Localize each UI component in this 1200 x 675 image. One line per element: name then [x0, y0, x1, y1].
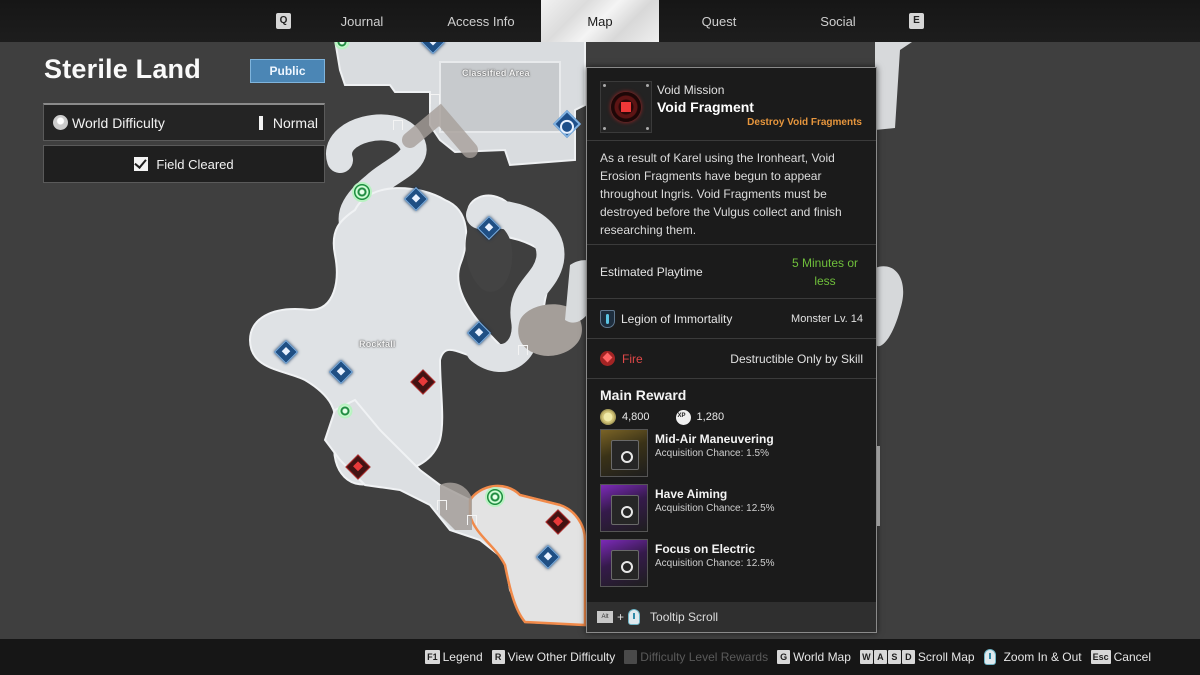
hint-zoom[interactable]: Zoom In & Out	[983, 649, 1082, 665]
research-marker[interactable]	[352, 182, 372, 202]
void-fragment-icon	[600, 81, 652, 133]
gate-icon	[393, 120, 403, 130]
alt-key: Alt	[597, 611, 613, 623]
field-cleared-row: Field Cleared	[43, 145, 325, 183]
difficulty-label: World Difficulty	[72, 114, 165, 131]
mouse-wheel-icon	[983, 649, 996, 665]
hint-view-other-difficulty[interactable]: R View Other Difficulty	[491, 650, 616, 664]
key-a: A	[873, 650, 887, 664]
tab-journal[interactable]: Journal	[303, 0, 421, 42]
key-w: W	[859, 650, 873, 664]
gate-icon	[437, 500, 447, 510]
hint-difficulty-level-rewards: Difficulty Level Rewards	[624, 650, 768, 664]
map-label-rockfall: Rockfall	[359, 339, 396, 349]
hint-world-map[interactable]: G World Map	[777, 650, 851, 664]
map-label-classified-area: Classified Area	[462, 68, 530, 78]
element-note: Destructible Only by Skill	[730, 351, 863, 366]
mission-description: As a result of Karel using the Ironheart…	[587, 141, 876, 245]
faction-shield-icon	[600, 309, 615, 328]
reward-name: Focus on Electric	[655, 542, 756, 556]
mission-tooltip: Void Mission Void Fragment Destroy Void …	[586, 67, 880, 633]
hint-label: Difficulty Level Rewards	[640, 650, 769, 664]
gate-icon	[518, 345, 528, 355]
tooltip-scroll-hint: Alt + Tooltip Scroll	[587, 602, 876, 632]
gold-coin-icon	[600, 409, 616, 425]
world-difficulty-row[interactable]: World Difficulty Normal	[43, 103, 325, 141]
key-d: D	[901, 650, 915, 664]
module-icon	[600, 429, 648, 477]
hint-legend[interactable]: F1 Legend	[425, 650, 483, 664]
hint-label: Zoom In & Out	[1003, 650, 1082, 664]
reward-item[interactable]: Focus on Electric Acquisition Chance: 12…	[587, 539, 876, 594]
module-icon	[600, 539, 648, 587]
key-disabled	[624, 650, 638, 664]
gate-icon	[430, 94, 440, 104]
tooltip-scroll-label: Tooltip Scroll	[650, 610, 719, 624]
difficulty-value: Normal	[272, 114, 318, 131]
mouse-wheel-icon	[628, 609, 641, 625]
tab-access-info[interactable]: Access Info	[422, 0, 540, 42]
reward-item[interactable]: Mid-Air Maneuvering Acquisition Chance: …	[587, 429, 876, 484]
hint-label: World Map	[793, 650, 851, 664]
hint-label: Cancel	[1113, 650, 1151, 664]
prev-tab-key[interactable]: Q	[276, 13, 291, 29]
currency-rewards: 4,800 1,280	[587, 403, 876, 429]
tab-social[interactable]: Social	[779, 0, 897, 42]
research-marker[interactable]	[337, 403, 353, 419]
reward-chance: Acquisition Chance: 12.5%	[655, 558, 775, 569]
selected-region-outline	[468, 484, 587, 627]
hint-scroll-map[interactable]: W A S D Scroll Map	[859, 650, 975, 664]
reward-item[interactable]: Have Aiming Acquisition Chance: 12.5%	[587, 484, 876, 539]
hint-label: Legend	[442, 650, 483, 664]
playtime-label: Estimated Playtime	[600, 264, 703, 279]
field-cleared-label: Field Cleared	[156, 156, 234, 172]
tab-map[interactable]: Map	[541, 0, 659, 42]
key-esc: Esc	[1090, 650, 1111, 664]
monster-level: Monster Lv. 14	[791, 312, 863, 325]
key-s: S	[887, 650, 901, 664]
faction-row: Legion of Immortality Monster Lv. 14	[587, 299, 876, 339]
tooltip-header: Void Mission Void Fragment Destroy Void …	[587, 68, 876, 141]
hint-label: View Other Difficulty	[507, 650, 616, 664]
gate-icon	[467, 515, 477, 525]
faction-name: Legion of Immortality	[621, 311, 733, 326]
reward-chance: Acquisition Chance: 1.5%	[655, 448, 769, 459]
module-icon	[600, 484, 648, 532]
visibility-badge[interactable]: Public	[250, 59, 325, 83]
key-r: R	[491, 650, 505, 664]
gold-amount: 4,800	[622, 411, 650, 423]
tooltip-scrollbar[interactable]	[877, 446, 880, 526]
reward-name: Have Aiming	[655, 487, 728, 501]
tab-quest[interactable]: Quest	[660, 0, 778, 42]
control-hints-bar: F1 Legend R View Other Difficulty Diffic…	[0, 639, 1200, 675]
mission-category: Void Mission	[657, 83, 725, 97]
difficulty-icon	[53, 115, 68, 130]
next-tab-key[interactable]: E	[909, 13, 924, 29]
main-reward-title: Main Reward	[600, 387, 687, 403]
map-region-northeast	[875, 40, 915, 130]
element-name: Fire	[622, 351, 643, 366]
difficulty-level-bar	[258, 115, 263, 130]
key-f1: F1	[425, 650, 440, 664]
xp-amount: 1,280	[696, 411, 725, 423]
mission-objective: Destroy Void Fragments	[747, 117, 862, 128]
reward-chance: Acquisition Chance: 12.5%	[655, 503, 775, 514]
playtime-row: Estimated Playtime 5 Minutes or less	[587, 245, 876, 299]
plus-sign: +	[617, 610, 625, 624]
element-row: Fire Destructible Only by Skill	[587, 339, 876, 379]
research-marker[interactable]	[485, 487, 505, 507]
area-title: Sterile Land	[44, 54, 201, 84]
playtime-value: 5 Minutes or less	[791, 255, 859, 288]
reward-name: Mid-Air Maneuvering	[655, 432, 774, 446]
checkbox-checked-icon	[134, 157, 149, 171]
hint-cancel[interactable]: Esc Cancel	[1090, 650, 1151, 664]
key-g: G	[777, 650, 791, 664]
mission-title: Void Fragment	[657, 99, 754, 115]
top-navigation: Q Journal Access Info Map Quest Social E	[0, 0, 1200, 42]
fire-element-icon	[600, 351, 615, 366]
xp-icon	[675, 409, 691, 425]
hint-label: Scroll Map	[917, 650, 975, 664]
